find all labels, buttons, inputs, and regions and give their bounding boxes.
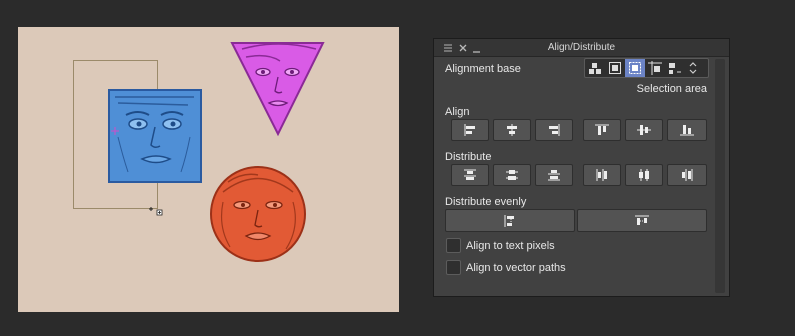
magenta-triangle-face-object xyxy=(230,42,325,137)
align-to-guide-icon[interactable] xyxy=(645,59,665,77)
align-to-key-object-icon[interactable] xyxy=(665,59,685,77)
align-to-vector-paths-checkbox[interactable] xyxy=(446,260,461,275)
align-to-paper-icon[interactable] xyxy=(585,59,605,77)
panel-title: Align/Distribute xyxy=(547,42,616,53)
align-vertical-center-icon xyxy=(637,125,651,135)
align-right-button[interactable] xyxy=(535,119,573,141)
align-horizontal-center-button[interactable] xyxy=(493,119,531,141)
panel-scrollbar[interactable] xyxy=(715,59,725,293)
align-left-icon xyxy=(464,124,475,136)
alignment-base-label: Alignment base xyxy=(445,63,521,75)
align-to-text-pixels-label: Align to text pixels xyxy=(466,240,555,252)
distribute-horizontal-center-button[interactable] xyxy=(625,164,663,186)
distribute-bottom-button[interactable] xyxy=(535,164,573,186)
alignment-base-value: Selection area xyxy=(636,83,707,95)
orange-circle-face-object xyxy=(210,166,306,262)
distribute-label: Distribute xyxy=(445,151,492,163)
align-to-text-pixels-checkbox[interactable] xyxy=(446,238,461,253)
distribute-evenly-label: Distribute evenly xyxy=(445,196,527,208)
distribute-top-button[interactable] xyxy=(451,164,489,186)
distribute-evenly-vertical-button[interactable] xyxy=(445,209,575,232)
chevron-updown-icon[interactable] xyxy=(685,59,700,77)
distribute-right-button[interactable] xyxy=(667,164,707,186)
panel-titlebar[interactable]: Align/Distribute xyxy=(434,39,729,57)
distribute-evenly-horizontal-button[interactable] xyxy=(577,209,707,232)
distribute-bottom-icon xyxy=(548,170,560,181)
distribute-left-button[interactable] xyxy=(583,164,621,186)
distribute-right-icon xyxy=(682,169,693,181)
align-vertical-center-button[interactable] xyxy=(625,119,663,141)
drawing-canvas[interactable] xyxy=(18,27,399,312)
align-to-canvas-icon[interactable] xyxy=(605,59,625,77)
distribute-evenly-horizontal-icon xyxy=(635,215,649,225)
distribute-top-icon xyxy=(464,169,476,180)
distribute-evenly-vertical-icon xyxy=(504,214,514,227)
align-label: Align xyxy=(445,106,470,118)
align-bottom-icon xyxy=(680,125,694,136)
align-distribute-panel: Align/Distribute Alignment base Selectio… xyxy=(433,38,730,297)
blue-square-face-object xyxy=(108,89,202,183)
alignment-base-selector[interactable] xyxy=(584,58,709,78)
align-to-selection-icon[interactable] xyxy=(625,59,645,77)
align-horizontal-center-icon xyxy=(507,124,517,136)
align-to-vector-paths-label: Align to vector paths xyxy=(466,262,566,274)
distribute-vertical-center-button[interactable] xyxy=(493,164,531,186)
align-right-icon xyxy=(549,124,560,136)
distribute-horizontal-center-icon xyxy=(639,169,649,181)
align-bottom-button[interactable] xyxy=(667,119,707,141)
align-left-button[interactable] xyxy=(451,119,489,141)
distribute-vertical-center-icon xyxy=(506,170,518,180)
align-top-button[interactable] xyxy=(583,119,621,141)
align-top-icon xyxy=(595,124,609,135)
distribute-left-icon xyxy=(596,169,607,181)
